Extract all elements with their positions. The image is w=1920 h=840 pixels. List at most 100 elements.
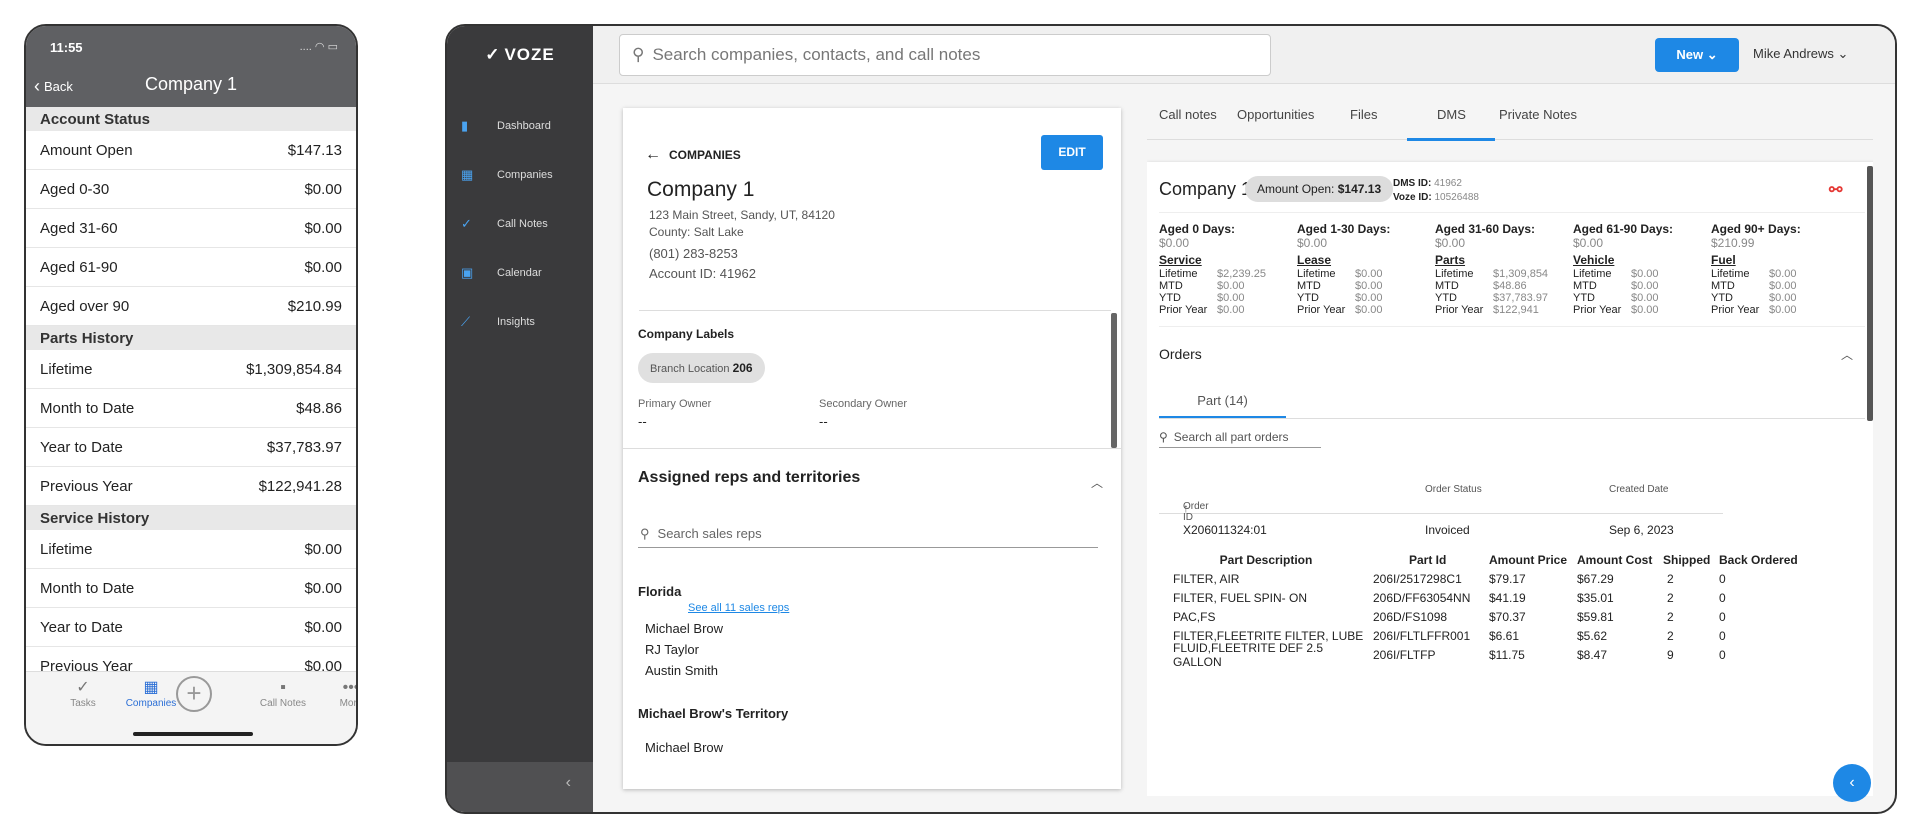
scroll-back-button[interactable]: ‹ [1833, 764, 1871, 802]
rep-name: RJ Taylor [645, 642, 699, 657]
see-all-reps-link[interactable]: See all 11 sales reps [688, 602, 789, 614]
sidebar-item-calendar[interactable]: ▣ Calendar [447, 248, 593, 297]
company-phone[interactable]: (801) 283-8253 [649, 246, 738, 261]
tab-call-notes[interactable]: Call notes [1159, 107, 1217, 122]
tab-private-notes[interactable]: Private Notes [1499, 107, 1577, 122]
sidebar-item-label: Calendar [497, 266, 542, 279]
user-name: Mike Andrews [1753, 46, 1834, 61]
tab-tasks[interactable]: ✓ Tasks [50, 678, 116, 709]
aged-value: $0.00 [1159, 236, 1190, 250]
detail-tabs: Call notes Opportunities Files DMS Priva… [1147, 84, 1873, 141]
tab-opportunities[interactable]: Opportunities [1237, 107, 1314, 122]
list-item: Aged 61-90 $0.00 [26, 248, 356, 287]
company-card: ← COMPANIES EDIT Company 1 123 Main Stre… [623, 108, 1121, 789]
dms-card: Company 1 Amount Open: $147.13 DMS ID: 4… [1147, 162, 1873, 796]
sales-rep-search-input[interactable]: ⚲ Search sales reps [638, 520, 1098, 548]
row-label: Month to Date [40, 579, 135, 597]
row-value: $122,941.28 [258, 477, 342, 495]
part-description: FILTER, AIR [1173, 571, 1240, 586]
collapse-icon[interactable]: ︿ [1841, 346, 1853, 363]
back-to-companies[interactable]: ← COMPANIES [645, 146, 741, 164]
part-id: 206D/FF63054NN [1373, 590, 1471, 605]
tab-call-notes[interactable]: ▪ Call Notes [250, 678, 316, 709]
dms-company-name: Company 1 [1159, 179, 1252, 199]
sidebar-item-dashboard[interactable]: ▮ Dashboard [447, 101, 593, 150]
row-label: YTD [1159, 292, 1181, 304]
part-order-search-input[interactable]: ⚲ Search all part orders [1159, 426, 1321, 448]
status-icons: .... ◠ ▭ [300, 40, 338, 53]
tab-part[interactable]: Part (14) [1159, 384, 1286, 418]
scrollbar[interactable] [1867, 166, 1873, 421]
sidebar-item-label: Dashboard [497, 119, 551, 132]
amount-price: $70.37 [1489, 609, 1526, 624]
category-name[interactable]: Parts [1435, 254, 1548, 266]
tab-more[interactable]: ••• More [318, 678, 356, 709]
column-header: Amount Price [1489, 552, 1568, 567]
row-label: MTD [1297, 280, 1321, 292]
row-value: $1,309,854 [1493, 268, 1549, 280]
tab-dms[interactable]: DMS [1437, 107, 1466, 122]
labels-header: Company Labels [638, 327, 735, 341]
scrollbar[interactable] [1111, 313, 1117, 448]
history-lease: Lease Lifetime $0.00 MTD $0.00 YTD $0.00 Pr… [1297, 254, 1383, 316]
category-name[interactable]: Service [1159, 254, 1266, 266]
category-name[interactable]: Lease [1297, 254, 1383, 266]
chevron-down-icon: ⌄ [1837, 46, 1849, 61]
unlink-icon[interactable]: ⚯ [1829, 180, 1842, 200]
tab-files[interactable]: Files [1350, 107, 1377, 122]
check-icon: ✓ [76, 679, 90, 696]
row-label: Lifetime [40, 360, 93, 378]
shipped: 2 [1667, 590, 1674, 605]
list-item: Year to Date $0.00 [26, 608, 356, 647]
category-name[interactable]: Vehicle [1573, 254, 1659, 266]
row-label: MTD [1435, 280, 1459, 292]
page-title: Company 1 [144, 74, 238, 94]
sidebar-item-call-notes[interactable]: ✓ Call Notes [447, 199, 593, 248]
order-id[interactable]: X206011324:01 [1183, 523, 1267, 537]
row-label: MTD [1159, 280, 1183, 292]
branch-location-chip[interactable]: Branch Location 206 [638, 353, 765, 383]
new-button[interactable]: New ⌄ [1655, 38, 1739, 72]
back-ordered: 0 [1719, 609, 1726, 624]
aged-value: $0.00 [1435, 236, 1466, 250]
search-placeholder: Search sales reps [657, 526, 762, 541]
phone-header: 11:55 .... ◠ ▭ ‹ Back Company 1 [26, 26, 356, 107]
add-button[interactable]: + [176, 676, 212, 712]
back-label: COMPANIES [669, 148, 741, 162]
global-search-input[interactable]: ⚲ Search companies, contacts, and call n… [619, 34, 1271, 76]
edit-button[interactable]: EDIT [1041, 135, 1103, 170]
row-value: $37,783.97 [1493, 292, 1549, 304]
back-ordered: 0 [1719, 647, 1726, 662]
column-header: Shipped [1663, 552, 1711, 567]
collapse-icon[interactable]: ︿ [1091, 474, 1103, 491]
amount-cost: $35.01 [1577, 590, 1614, 605]
amount-cost: $59.81 [1577, 609, 1614, 624]
row-value: $0.00 [1217, 304, 1245, 316]
row-value: $0.00 [1355, 292, 1383, 304]
amount-cost: $67.29 [1577, 571, 1614, 586]
primary-owner: Primary Owner -- [638, 398, 711, 429]
category-name[interactable]: Fuel [1711, 254, 1797, 266]
col-created-date[interactable]: Created Date [1609, 484, 1668, 495]
col-order-status[interactable]: Order Status [1425, 484, 1482, 495]
amount-cost: $8.47 [1577, 647, 1608, 662]
voze-id: 10526488 [1434, 192, 1480, 203]
user-menu[interactable]: Mike Andrews ⌄ [1753, 46, 1848, 62]
account-id: Account ID: 41962 [649, 266, 756, 281]
sidebar-item-insights[interactable]: ⟋ Insights [447, 297, 593, 346]
row-value: $210.99 [287, 297, 342, 315]
home-indicator [133, 732, 253, 736]
dms-id: 41962 [1434, 178, 1462, 189]
row-value: $0.00 [304, 219, 342, 237]
collapse-sidebar-button[interactable]: ‹ [447, 762, 593, 812]
row-label: Lifetime [40, 540, 93, 558]
sidebar-item-companies[interactable]: ▦ Companies [447, 150, 593, 199]
amount-price: $6.61 [1489, 628, 1520, 643]
building-icon: ▦ [143, 679, 159, 696]
tab-companies[interactable]: ▦ Companies [118, 678, 184, 709]
trend-icon: ⟋ [461, 313, 471, 329]
search-icon: ⚲ [632, 45, 645, 64]
search-icon: ⚲ [1159, 429, 1168, 444]
row-label: Prior Year [1573, 304, 1622, 316]
voze-id-label: Voze ID: [1393, 192, 1432, 203]
